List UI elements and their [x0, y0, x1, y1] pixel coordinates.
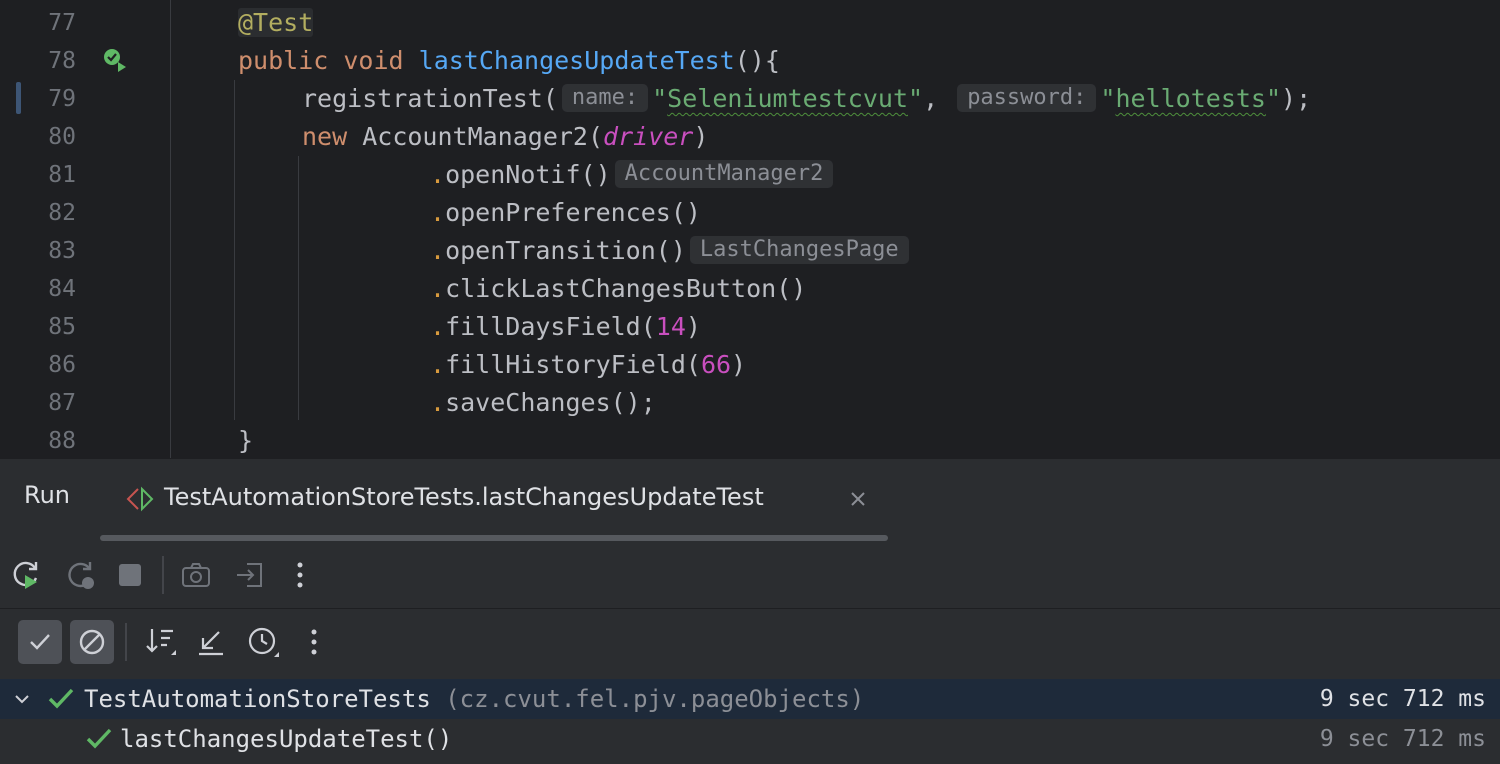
run-configuration-tab[interactable]: TestAutomationStoreTests.lastChangesUpda…: [100, 459, 888, 541]
code-line: 77 @Test: [0, 4, 1500, 42]
chain-call: .fillDaysField(14): [430, 312, 701, 341]
code-line: 85 .fillDaysField(14): [0, 308, 1500, 346]
code-editor[interactable]: 77 @Test 78 public void lastChangesUpdat…: [0, 0, 1500, 458]
test-result-icon: [126, 486, 154, 512]
line-number: 83: [48, 238, 76, 264]
history-icon: [248, 627, 279, 657]
run-tool-window: Run TestAutomationStoreTests.lastChanges…: [0, 458, 1500, 764]
camera-icon: [182, 563, 210, 587]
line-number: 77: [48, 10, 76, 36]
screenshot-button[interactable]: [176, 555, 216, 595]
line-number: 79: [48, 86, 76, 112]
code-line: 79 registrationTest(name: "Seleniumtestcv…: [0, 80, 1500, 118]
parameter-hint: name:: [561, 84, 649, 112]
chain-call: .saveChanges();: [430, 388, 656, 417]
ignored-icon: [79, 629, 105, 655]
test-history-button[interactable]: [243, 622, 283, 662]
rerun-icon: [13, 561, 38, 589]
test-results-toolbar: [0, 610, 1500, 676]
type-hint: AccountManager2: [614, 160, 834, 188]
line-number: 85: [48, 314, 76, 340]
line-number: 81: [48, 162, 76, 188]
stop-icon: [119, 564, 141, 586]
code-line: 80 new AccountManager2(driver): [0, 118, 1500, 156]
test-suite-label: TestAutomationStoreTests (cz.cvut.fel.pj…: [84, 685, 865, 713]
collapse-icon: [199, 631, 223, 656]
closing-brace: }: [238, 426, 254, 455]
show-passed-toggle[interactable]: [18, 620, 62, 664]
code-line: 84 .clickLastChangesButton(): [0, 270, 1500, 308]
line-number: 78: [48, 48, 76, 74]
run-toolbar: [0, 541, 1500, 609]
chain-call: .openNotif() AccountManager2: [430, 156, 837, 194]
code-line: 81 .openNotif() AccountManager2: [0, 156, 1500, 194]
test-duration: 9 sec 712 ms: [1319, 726, 1486, 752]
test-suite-row[interactable]: TestAutomationStoreTests (cz.cvut.fel.pj…: [0, 679, 1500, 719]
sort-button[interactable]: [140, 622, 180, 662]
line-number: 88: [48, 428, 76, 454]
code-line: 82 .openPreferences(): [0, 194, 1500, 232]
close-icon[interactable]: [846, 487, 870, 511]
method-signature: public void lastChangesUpdateTest(){: [238, 46, 780, 75]
line-number: 84: [48, 276, 76, 302]
export-icon: [237, 563, 262, 587]
run-tab-label: TestAutomationStoreTests.lastChangesUpda…: [164, 483, 764, 511]
passed-check-icon: [86, 728, 112, 749]
type-hint: LastChangesPage: [689, 236, 909, 264]
export-button[interactable]: [229, 555, 269, 595]
stop-button[interactable]: [110, 555, 150, 595]
more-button[interactable]: [280, 555, 320, 595]
show-ignored-toggle[interactable]: [70, 620, 114, 664]
run-header: Run TestAutomationStoreTests.lastChanges…: [0, 459, 1500, 541]
annotation: @Test: [238, 8, 314, 37]
line-number: 82: [48, 200, 76, 226]
test-duration: 9 sec 712 ms: [1319, 686, 1486, 712]
chain-call: .clickLastChangesButton(): [430, 274, 807, 303]
toolbar-separator: [125, 623, 127, 661]
code-line: 87 .saveChanges();: [0, 384, 1500, 422]
rerun-failed-icon: [68, 562, 94, 589]
chain-call: .fillHistoryField(66): [430, 350, 747, 379]
test-case-row[interactable]: lastChangesUpdateTest() 9 sec 712 ms: [0, 719, 1500, 759]
toolbar-separator: [162, 556, 164, 594]
rerun-failed-button[interactable]: [60, 555, 100, 595]
rerun-button[interactable]: [6, 555, 46, 595]
more-vertical-icon: [297, 562, 303, 588]
run-title: Run: [24, 481, 71, 509]
chain-call: .openPreferences(): [430, 198, 701, 227]
more-vertical-icon: [311, 629, 317, 655]
code-line: 86 .fillHistoryField(66): [0, 346, 1500, 384]
chevron-down-icon[interactable]: [12, 689, 32, 709]
test-tree: TestAutomationStoreTests (cz.cvut.fel.pj…: [0, 677, 1500, 764]
code-line: 88 }: [0, 422, 1500, 458]
registration-call: registrationTest(name: "Seleniumtestcvut"…: [302, 84, 1312, 113]
more-button[interactable]: [294, 622, 334, 662]
line-number: 80: [48, 124, 76, 150]
sort-icon: [146, 629, 176, 655]
passed-check-icon: [48, 688, 74, 709]
chain-call: .openTransition() LastChangesPage: [430, 232, 913, 270]
collapse-all-button[interactable]: [191, 622, 231, 662]
checkmark-icon: [30, 634, 50, 650]
code-line: 83 .openTransition() LastChangesPage: [0, 232, 1500, 270]
parameter-hint: password:: [957, 84, 1097, 112]
line-number: 86: [48, 352, 76, 378]
line-number: 87: [48, 390, 76, 416]
test-case-label: lastChangesUpdateTest(): [120, 725, 453, 753]
code-line: 78 public void lastChangesUpdateTest(){: [0, 42, 1500, 80]
constructor-call: new AccountManager2(driver): [302, 122, 709, 151]
